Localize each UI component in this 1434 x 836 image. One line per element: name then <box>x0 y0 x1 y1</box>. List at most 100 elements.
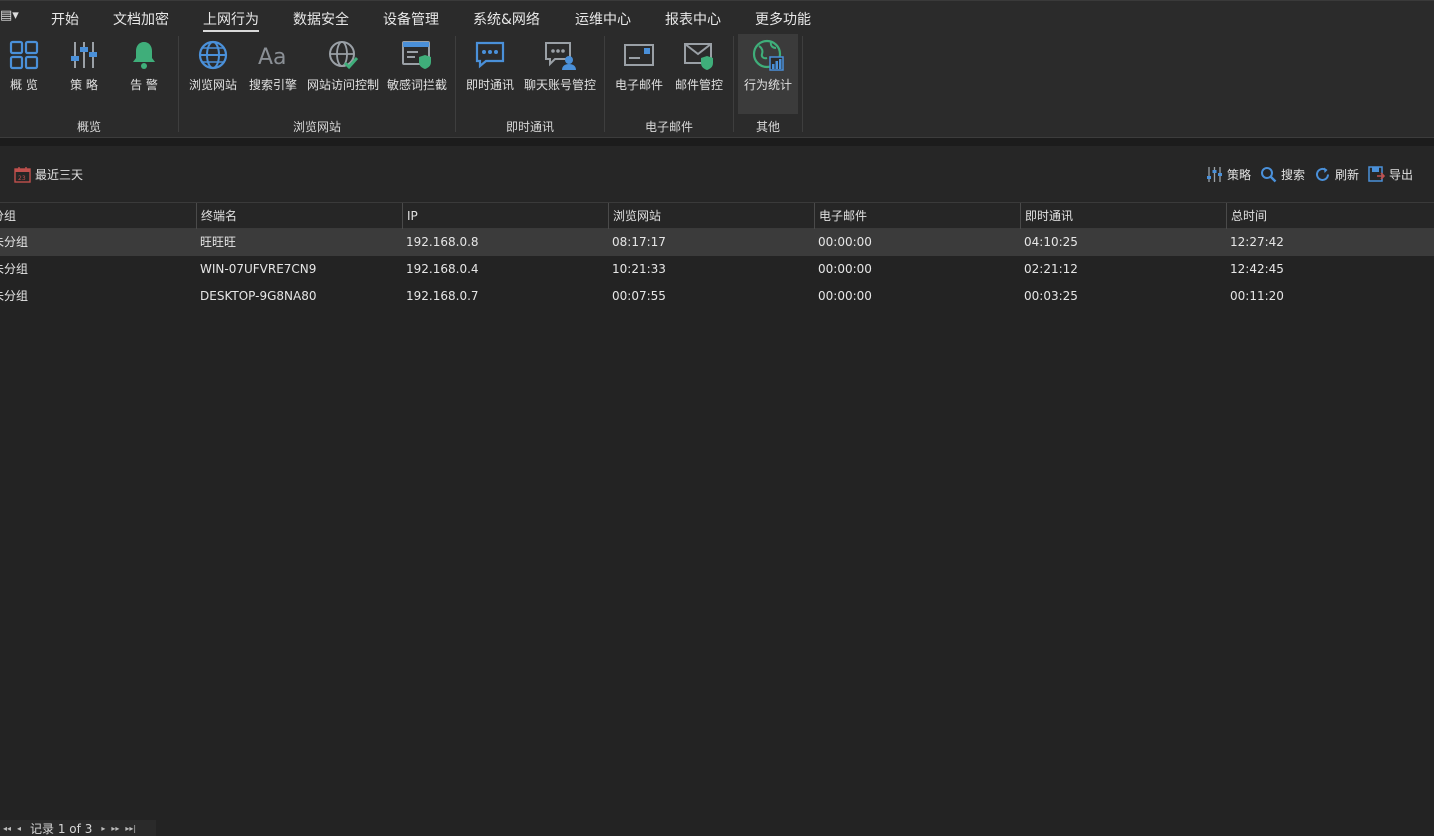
tab-internet-behavior[interactable]: 上网行为 <box>203 9 259 32</box>
table-row[interactable]: 未分组 WIN-07UFVRE7CN9 192.168.0.4 10:21:33… <box>0 256 1434 283</box>
cell-group: 未分组 <box>0 289 29 303</box>
ribbon-behavior-stats-button[interactable]: 行为统计 <box>738 34 798 114</box>
cell-browse-web: 00:07:55 <box>612 289 666 303</box>
ribbon-email-button[interactable]: 电子邮件 <box>612 34 666 114</box>
group-label-other: 其他 <box>755 120 780 134</box>
ribbon-mail-control-label: 邮件管控 <box>674 78 723 92</box>
cell-instant-messaging: 00:03:25 <box>1024 289 1078 303</box>
cell-ip: 192.168.0.4 <box>406 262 479 276</box>
calendar-icon: 23 <box>14 167 31 183</box>
svg-text:Aa: Aa <box>258 45 287 70</box>
export-button[interactable]: 导出 <box>1368 166 1413 183</box>
group-separator <box>802 36 803 132</box>
column-header-terminal-name[interactable]: 终端名 <box>196 203 402 229</box>
ribbon-search-engine-label: 搜索引擎 <box>248 78 297 92</box>
ribbon-overview-button[interactable]: 概 览 <box>4 34 44 114</box>
date-range-label: 最近三天 <box>35 168 84 182</box>
ribbon-search-engine-button[interactable]: Aa 搜索引擎 <box>246 34 300 114</box>
ribbon-alert-label: 告 警 <box>130 78 158 92</box>
mail-icon <box>624 44 654 66</box>
group-label-email: 电子邮件 <box>644 120 693 134</box>
ribbon-chat-account-control-label: 聊天账号管控 <box>523 78 596 92</box>
refresh-icon <box>1316 167 1329 181</box>
cell-total-time: 00:11:20 <box>1230 289 1284 303</box>
cell-terminal-name: DESKTOP-9G8NA80 <box>200 289 317 303</box>
policy-button[interactable]: 策略 <box>1206 166 1251 183</box>
ribbon-alert-button[interactable]: 告 警 <box>124 34 164 114</box>
export-icon <box>1368 166 1385 182</box>
search-label: 搜索 <box>1281 168 1306 182</box>
table-row[interactable]: 未分组 旺旺旺 192.168.0.8 08:17:17 00:00:00 04… <box>0 229 1434 256</box>
cell-email: 00:00:00 <box>818 289 872 303</box>
ribbon-instant-messaging-button[interactable]: 即时通讯 <box>463 34 517 114</box>
column-header-email[interactable]: 电子邮件 <box>814 203 1020 229</box>
next-group-icon[interactable]: ▸▸ <box>111 824 119 833</box>
last-page-icon[interactable]: ▸▸| <box>125 824 136 833</box>
tab-data-security[interactable]: 数据安全 <box>293 9 349 29</box>
search-button[interactable]: 搜索 <box>1260 166 1305 183</box>
cell-email: 00:00:00 <box>818 262 872 276</box>
column-header-total-time[interactable]: 总时间 <box>1226 203 1434 229</box>
chat-user-icon <box>545 42 576 70</box>
chat-icon <box>475 41 505 69</box>
cell-group: 未分组 <box>0 235 29 249</box>
ribbon-browse-web-button[interactable]: 浏览网站 <box>186 34 240 114</box>
cell-browse-web: 08:17:17 <box>612 235 666 249</box>
refresh-label: 刷新 <box>1335 168 1360 182</box>
svg-text:23: 23 <box>18 175 26 182</box>
globe-check-icon <box>329 41 359 70</box>
refresh-button[interactable]: 刷新 <box>1314 166 1359 183</box>
ribbon-mail-control-button[interactable]: 邮件管控 <box>672 34 726 114</box>
ribbon-sensitive-word-block-label: 敏感词拦截 <box>386 78 447 92</box>
ribbon-overview-label: 概 览 <box>10 78 38 92</box>
group-label-browse-web: 浏览网站 <box>292 120 341 134</box>
column-header-instant-messaging[interactable]: 即时通讯 <box>1020 203 1226 229</box>
prev-page-icon[interactable]: ◂ <box>17 824 21 833</box>
toolbar: 23 最近三天 策略 搜索 刷新 导出 <box>0 146 1434 202</box>
cell-browse-web: 10:21:33 <box>612 262 666 276</box>
tab-ops-center[interactable]: 运维中心 <box>575 9 631 29</box>
app-menu-button[interactable]: ▤▾ <box>0 8 24 28</box>
export-label: 导出 <box>1389 168 1414 182</box>
ribbon-web-access-control-label: 网站访问控制 <box>306 78 379 92</box>
cell-terminal-name: WIN-07UFVRE7CN9 <box>200 262 317 276</box>
ribbon-email-label: 电子邮件 <box>614 78 663 92</box>
tab-device-management[interactable]: 设备管理 <box>383 9 439 29</box>
cell-ip: 192.168.0.8 <box>406 235 479 249</box>
tab-system-network[interactable]: 系统&网络 <box>473 9 540 29</box>
ribbon-browse-web-label: 浏览网站 <box>188 78 237 92</box>
column-header-ip[interactable]: IP <box>402 203 608 229</box>
mail-shield-icon <box>684 43 713 70</box>
app-window: ▤▾ 开始 文档加密 上网行为 数据安全 设备管理 系统&网络 运维中心 报表中… <box>0 0 1434 836</box>
tab-doc-encryption[interactable]: 文档加密 <box>113 9 169 29</box>
ribbon-chat-account-control-button[interactable]: 聊天账号管控 <box>521 34 599 114</box>
group-label-overview: 概览 <box>76 120 101 134</box>
policy-label: 策略 <box>1227 168 1252 182</box>
cell-instant-messaging: 04:10:25 <box>1024 235 1078 249</box>
ribbon-sensitive-word-block-button[interactable]: 敏感词拦截 <box>384 34 450 114</box>
tab-report-center[interactable]: 报表中心 <box>665 9 721 29</box>
cell-total-time: 12:42:45 <box>1230 262 1284 276</box>
record-count: 记录 1 of 3 <box>30 821 93 836</box>
ribbon: 概 览 策 略 告 警 概览 浏览网站 Aa 搜索引擎 网站访问控制 敏感词拦截… <box>0 34 1434 138</box>
divider <box>0 138 1434 146</box>
column-header-browse-web[interactable]: 浏览网站 <box>608 203 814 229</box>
ribbon-web-access-control-button[interactable]: 网站访问控制 <box>304 34 382 114</box>
browser-shield-icon <box>402 41 431 69</box>
table-row[interactable]: 未分组 DESKTOP-9G8NA80 192.168.0.7 00:07:55… <box>0 283 1434 310</box>
cell-ip: 192.168.0.7 <box>406 289 479 303</box>
tab-start[interactable]: 开始 <box>51 9 79 29</box>
next-page-icon[interactable]: ▸ <box>101 824 105 833</box>
tab-more-features[interactable]: 更多功能 <box>755 9 811 29</box>
table-header: 分组 终端名 IP 浏览网站 电子邮件 即时通讯 总时间 <box>0 202 1434 229</box>
ribbon-policy-button[interactable]: 策 略 <box>64 34 104 114</box>
column-header-group[interactable]: 分组 <box>0 203 196 229</box>
date-range-button[interactable]: 23 最近三天 <box>14 166 83 183</box>
cell-instant-messaging: 02:21:12 <box>1024 262 1078 276</box>
first-page-icon[interactable]: ◂◂ <box>3 824 11 833</box>
menu-bar: ▤▾ 开始 文档加密 上网行为 数据安全 设备管理 系统&网络 运维中心 报表中… <box>0 0 1434 34</box>
cell-terminal-name: 旺旺旺 <box>200 235 237 249</box>
ribbon-behavior-stats-label: 行为统计 <box>743 78 792 92</box>
grid-icon <box>9 40 39 70</box>
globe-stats-icon <box>752 39 784 71</box>
